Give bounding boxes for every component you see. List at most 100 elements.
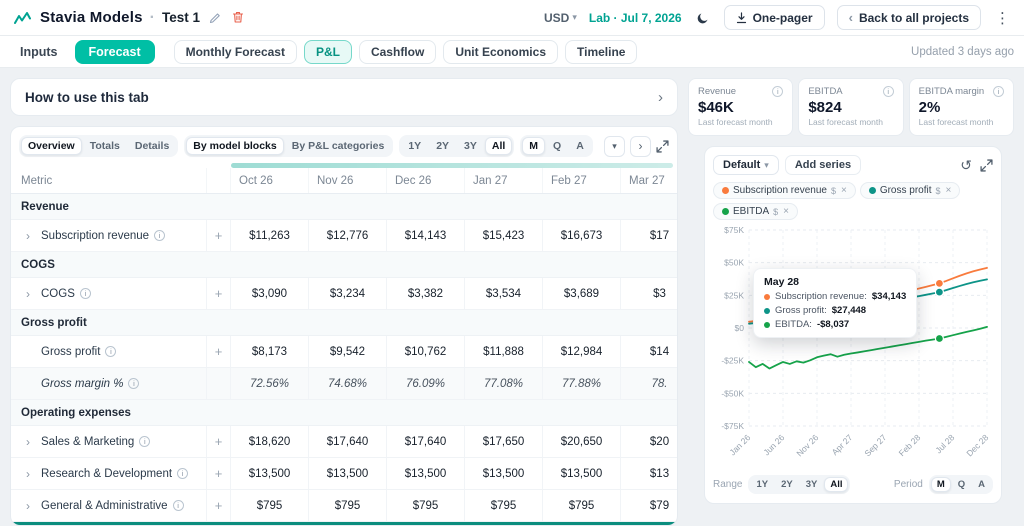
table-controls: Overview Totals Details By model blocks By …	[11, 127, 677, 163]
expand-chevron-icon[interactable]: ›	[26, 230, 36, 242]
info-icon[interactable]: i	[128, 378, 140, 389]
updated-timestamp: Updated 3 days ago	[911, 45, 1014, 58]
remove-series-icon[interactable]: ×	[841, 185, 847, 196]
project-name: Test 1	[161, 10, 200, 25]
legend-chip-subscription-revenue[interactable]: Subscription revenue $ ×	[713, 182, 856, 199]
series-color-dot	[722, 208, 729, 215]
section-row-revenue: Revenue	[11, 194, 677, 220]
table-row-general-administrative: › General & Administrative i + $795 $795 $795 $…	[11, 490, 677, 522]
tab-inputs[interactable]: Inputs	[10, 41, 68, 63]
info-icon[interactable]: i	[139, 436, 151, 447]
expand-chevron-icon[interactable]: ›	[26, 500, 36, 512]
table-period-q[interactable]: Q	[546, 137, 568, 155]
info-icon[interactable]: i	[105, 346, 117, 357]
group-mode-by-model-blocks[interactable]: By model blocks	[186, 137, 284, 155]
add-line-button[interactable]: +	[207, 336, 231, 367]
add-line-button[interactable]: +	[207, 490, 231, 521]
view-tab-details[interactable]: Details	[128, 137, 176, 155]
table-period-a[interactable]: A	[569, 137, 591, 155]
chart-period-a[interactable]: A	[972, 477, 991, 492]
tooltip-row: Subscription revenue: $34,143	[764, 291, 906, 302]
table-row-cogs: › COGS i + $3,090 $3,234 $3,382 $3,534 $3,689 $3	[11, 278, 677, 310]
expand-chevron-icon[interactable]: ›	[26, 288, 36, 300]
table-range-all[interactable]: All	[484, 137, 513, 155]
tooltip-series-label: Subscription revenue:	[775, 291, 867, 302]
subtab-monthly-forecast[interactable]: Monthly Forecast	[173, 39, 297, 64]
one-pager-button[interactable]: One-pager	[723, 5, 825, 30]
value-cell: $17,650	[465, 426, 543, 457]
info-icon[interactable]: i	[992, 86, 1004, 97]
view-tab-overview[interactable]: Overview	[21, 137, 82, 155]
chart-range-all[interactable]: All	[824, 477, 849, 492]
refresh-chart-icon[interactable]: ↺	[960, 158, 972, 172]
rename-project-icon[interactable]	[207, 10, 223, 26]
collapse-columns-button[interactable]: ▾	[604, 135, 625, 157]
info-icon[interactable]: i	[154, 230, 166, 241]
chart-period-q[interactable]: Q	[952, 477, 971, 492]
table-row-gross-margin: Gross margin % i 72.56% 74.68% 76.09% 77.08% 7…	[11, 368, 677, 400]
svg-text:-$25K: -$25K	[721, 356, 744, 366]
svg-text:Feb 28: Feb 28	[897, 432, 923, 458]
subtab-unit-economics[interactable]: Unit Economics	[443, 39, 558, 64]
help-banner[interactable]: How to use this tab ›	[10, 78, 678, 116]
metric-cell: › COGS i	[11, 278, 207, 309]
tab-forecast[interactable]: Forecast	[74, 39, 155, 64]
metric-label: COGS	[41, 287, 75, 300]
expand-chevron-icon[interactable]: ›	[26, 468, 36, 480]
expand-table-icon[interactable]	[656, 139, 669, 153]
add-series-button[interactable]: Add series	[784, 155, 862, 175]
currency-selector[interactable]: USD ▾	[544, 11, 577, 25]
view-tab-totals[interactable]: Totals	[83, 137, 127, 155]
dark-mode-toggle[interactable]	[694, 9, 712, 27]
chart-range-1y[interactable]: 1Y	[750, 477, 774, 492]
value-cell: $8,173	[231, 336, 309, 367]
value-cell: $13,500	[543, 458, 621, 489]
chart-range-2y[interactable]: 2Y	[775, 477, 799, 492]
add-line-button[interactable]: +	[207, 458, 231, 489]
forecast-chart[interactable]: $75K $50K $25K $0 -$25K -$50K -$75KJan 26 Jun 2…	[713, 224, 995, 468]
section-label: COGS	[21, 258, 55, 271]
group-mode-by-p-l-categories[interactable]: By P&L categories	[285, 137, 392, 155]
delete-project-icon[interactable]	[230, 9, 246, 26]
add-line-button[interactable]: +	[207, 220, 231, 251]
tooltip-row: EBITDA: -$8,037	[764, 319, 906, 330]
expand-chevron-icon[interactable]: ›	[26, 436, 36, 448]
table-range-2y[interactable]: 2Y	[429, 137, 456, 155]
add-line-button[interactable]: +	[207, 426, 231, 457]
table-range-3y[interactable]: 3Y	[457, 137, 484, 155]
subtab-timeline[interactable]: Timeline	[565, 39, 638, 64]
subtab-p-l[interactable]: P&L	[303, 39, 352, 64]
chevron-right-icon: ›	[658, 88, 663, 106]
legend-chip-ebitda[interactable]: EBITDA $ ×	[713, 203, 798, 220]
info-icon[interactable]: i	[882, 86, 894, 97]
remove-series-icon[interactable]: ×	[946, 185, 952, 196]
value-cell: 78.	[621, 368, 677, 399]
subtab-cashflow[interactable]: Cashflow	[358, 39, 437, 64]
kebab-menu-icon[interactable]: ⋮	[993, 9, 1012, 27]
info-icon[interactable]: i	[772, 86, 784, 97]
info-icon[interactable]: i	[172, 500, 184, 511]
tooltip-series-value: -$8,037	[816, 319, 850, 330]
value-cell: 72.56%	[231, 368, 309, 399]
svg-text:$25K: $25K	[724, 290, 744, 300]
chart-period-m[interactable]: M	[930, 477, 951, 492]
chart-range-3y[interactable]: 3Y	[800, 477, 824, 492]
table-range-1y[interactable]: 1Y	[401, 137, 428, 155]
table-period-m[interactable]: M	[522, 137, 546, 155]
add-line-button[interactable]: +	[207, 278, 231, 309]
expand-chart-icon[interactable]	[980, 158, 993, 172]
scroll-right-button[interactable]: ›	[630, 135, 651, 157]
left-column: How to use this tab › Overview Totals Deta…	[10, 78, 678, 526]
legend-chip-gross-profit[interactable]: Gross profit $ ×	[859, 182, 961, 199]
svg-text:Jan 26: Jan 26	[727, 432, 752, 457]
value-cell: $795	[543, 490, 621, 521]
value-cell: 74.68%	[309, 368, 387, 399]
remove-series-icon[interactable]: ×	[783, 206, 789, 217]
chart-preset-dropdown[interactable]: Default ▾	[713, 155, 779, 175]
info-icon[interactable]: i	[177, 468, 189, 479]
kpi-card-ebitda-margin: EBITDA margin i 2% Last forecast month	[908, 78, 1014, 136]
plan-info: Lab · Jul 7, 2026	[588, 10, 682, 25]
tab-bar: Inputs Forecast Monthly Forecast P&L Cashf…	[0, 36, 1024, 68]
back-to-projects-button[interactable]: ‹ Back to all projects	[836, 5, 981, 30]
info-icon[interactable]: i	[79, 288, 91, 299]
